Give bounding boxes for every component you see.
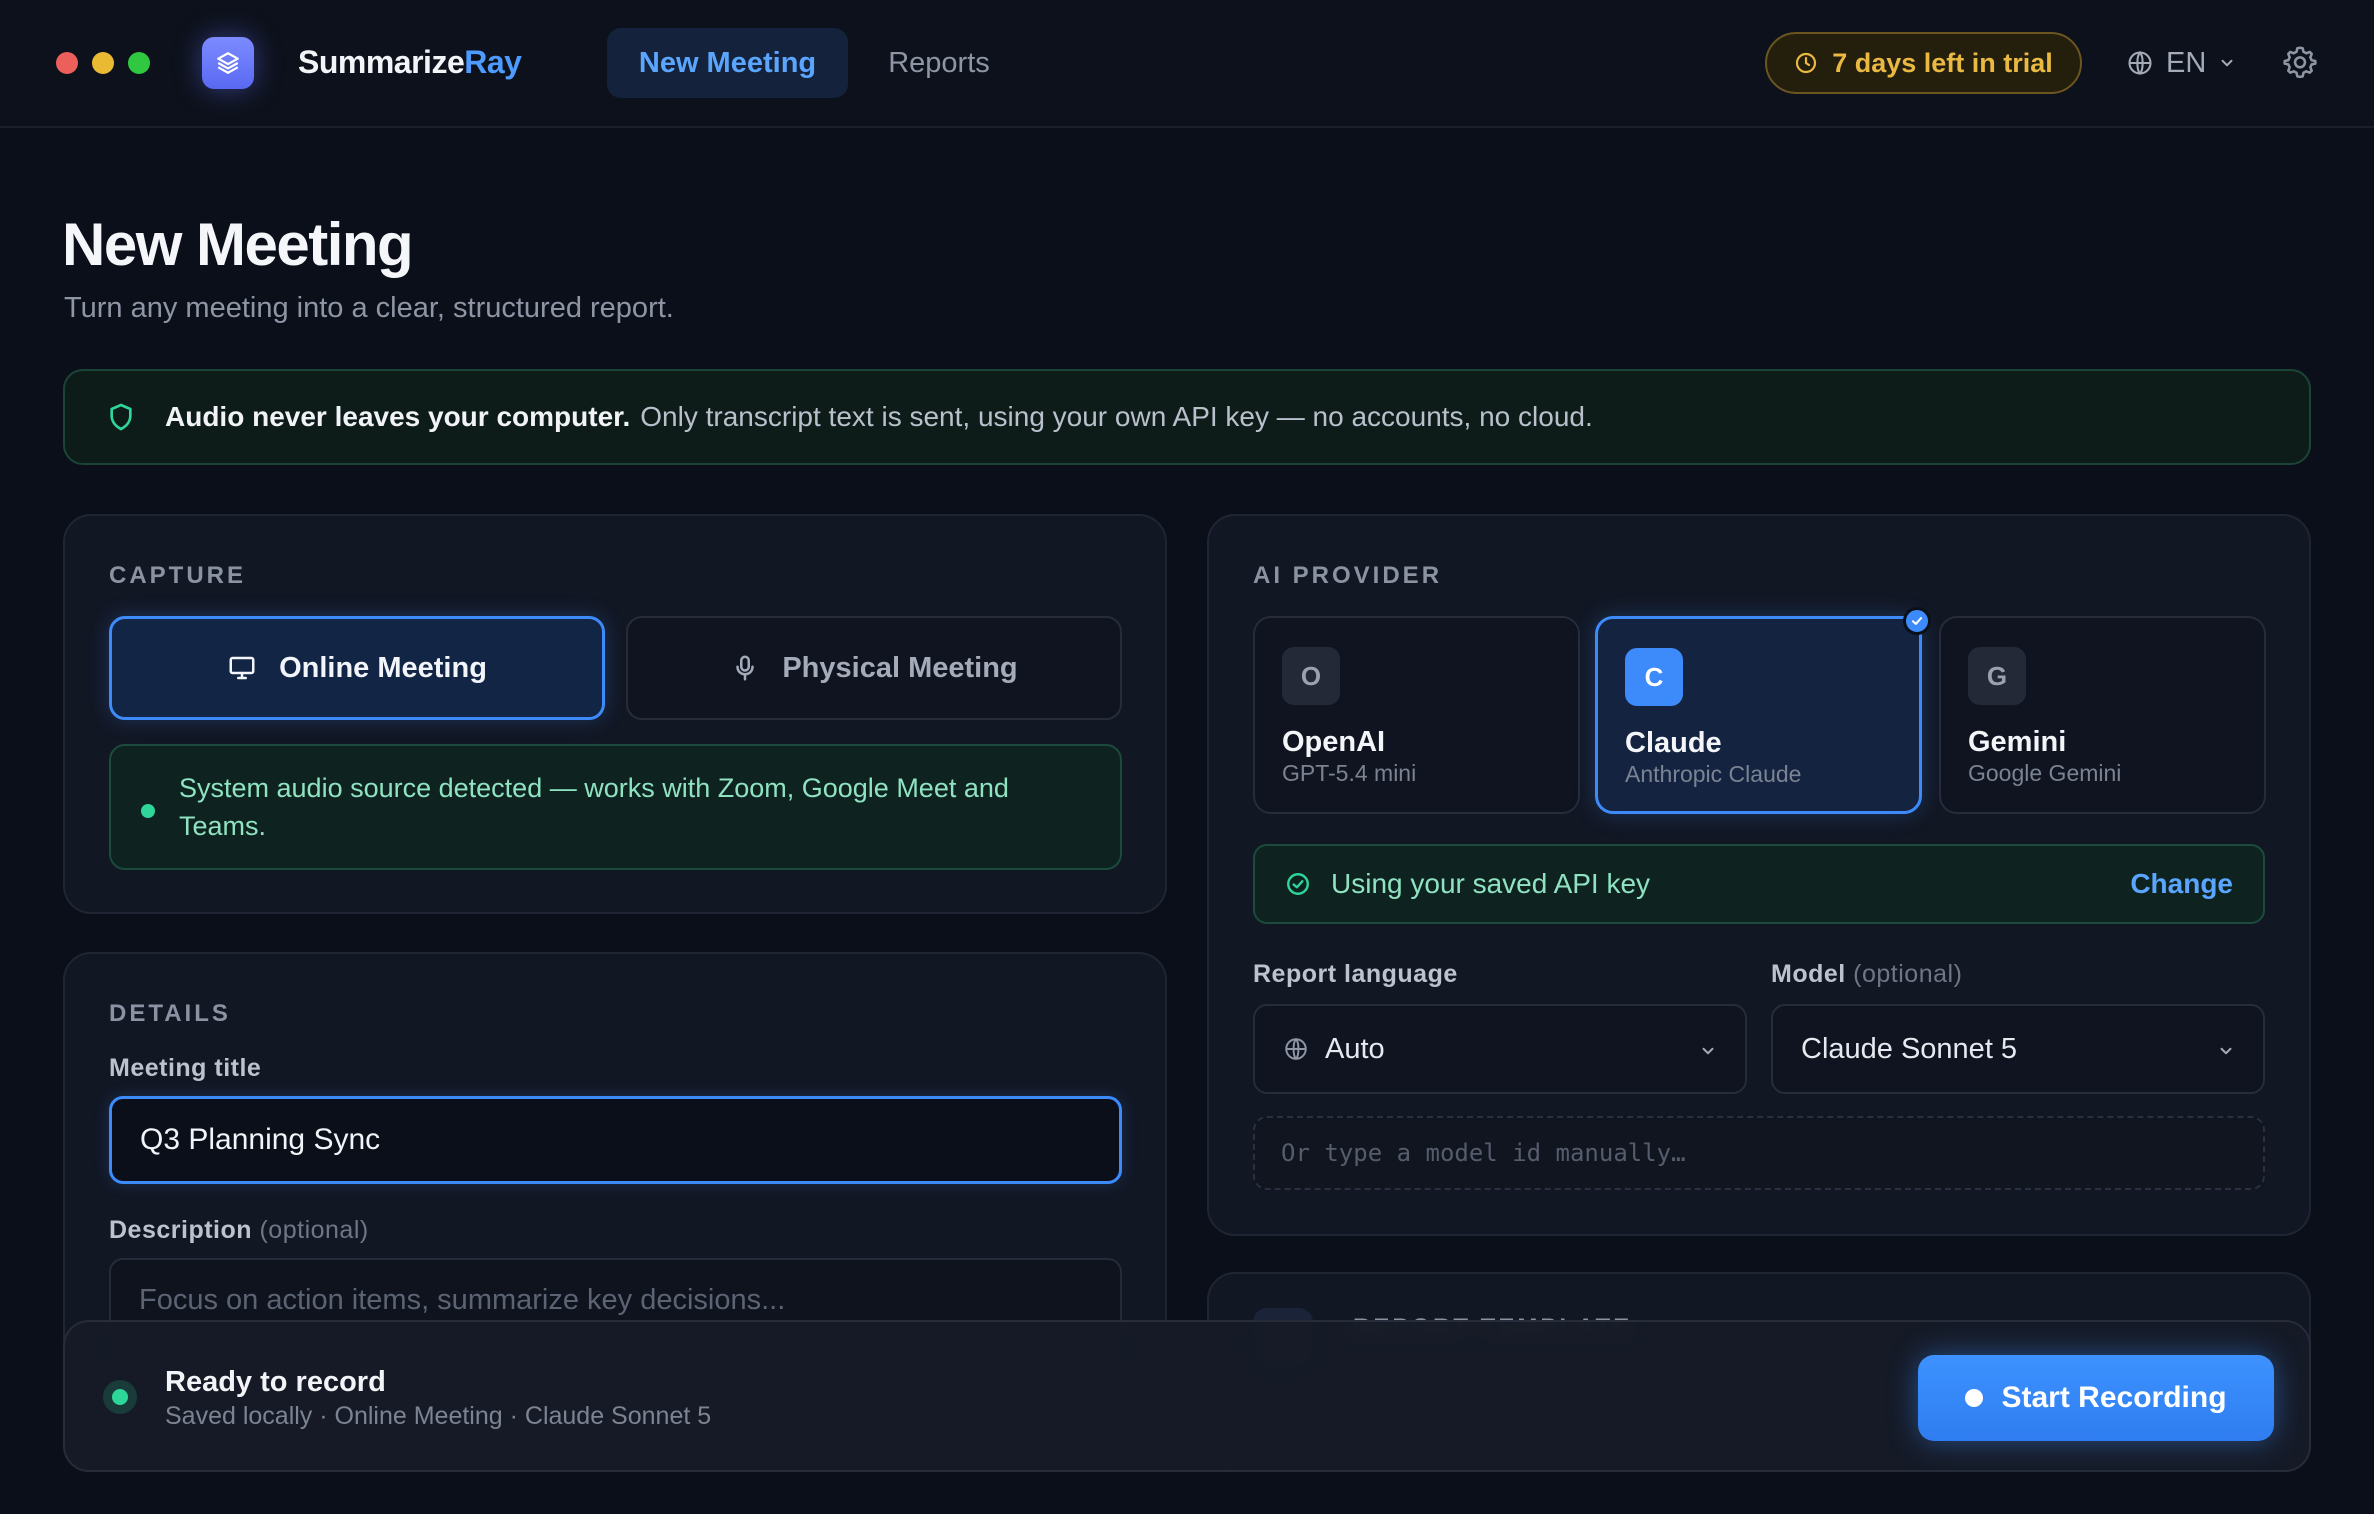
provider-option-gemini[interactable]: G Gemini Google Gemini — [1939, 616, 2266, 814]
claude-name: Claude — [1625, 727, 1722, 759]
meeting-title-label: Meeting title — [109, 1054, 262, 1082]
online-meeting-button[interactable]: Online Meeting — [109, 616, 605, 720]
privacy-banner: Audio never leaves your computer. Only t… — [63, 369, 2311, 465]
capture-card: CAPTURE Online Meeting Physical Meeting … — [63, 514, 1167, 914]
check-circle-icon — [1287, 873, 1309, 895]
globe-icon — [2128, 51, 2152, 75]
globe-icon — [1285, 1037, 1307, 1061]
microphone-icon — [736, 655, 755, 681]
settings-gear-icon[interactable] — [2282, 44, 2318, 80]
tab-new-meeting[interactable]: New Meeting — [607, 28, 848, 98]
provider-option-claude[interactable]: C Claude Anthropic Claude — [1595, 607, 1931, 814]
model-select[interactable]: Claude Sonnet 5 — [1771, 1004, 2265, 1094]
api-key-text: Using your saved API key — [1331, 868, 1651, 899]
start-recording-button[interactable]: Start Recording — [1918, 1355, 2274, 1441]
capture-section-label: CAPTURE — [109, 562, 247, 589]
ai-provider-card: AI PROVIDER O OpenAI GPT-5.4 mini C Clau… — [1207, 514, 2311, 1236]
privacy-text: Only transcript text is sent, using your… — [640, 401, 1593, 432]
ready-status-text: Ready to record — [165, 1366, 386, 1398]
selected-check-icon — [1903, 607, 1931, 635]
change-api-key-link[interactable]: Change — [2130, 868, 2233, 900]
description-label-text: Description — [109, 1216, 253, 1244]
start-recording-label: Start Recording — [2001, 1381, 2227, 1414]
clock-icon — [1796, 52, 1817, 74]
openai-subtitle: GPT-5.4 mini — [1282, 760, 1417, 786]
meeting-title-input[interactable]: Q3 Planning Sync — [109, 1096, 1122, 1184]
physical-meeting-button[interactable]: Physical Meeting — [626, 616, 1122, 720]
top-bar: SummarizeRay New Meeting Reports 7 days … — [0, 0, 2374, 128]
page-title: New Meeting — [62, 211, 414, 278]
brand-accent: Ray — [464, 44, 522, 80]
language-selector[interactable]: EN — [2126, 40, 2236, 86]
gemini-subtitle: Google Gemini — [1968, 760, 2122, 786]
record-dot-icon — [1965, 1389, 1984, 1407]
openai-name: OpenAI — [1282, 726, 1386, 758]
chevron-down-icon — [1702, 1047, 1714, 1055]
window-zoom-button[interactable] — [128, 52, 150, 74]
online-meeting-label: Online Meeting — [279, 651, 487, 684]
details-card: DETAILS Meeting title Q3 Planning Sync D… — [63, 952, 1167, 1372]
privacy-strong-text: Audio never leaves your computer. — [165, 401, 631, 432]
audio-source-note: System audio source detected — works wit… — [109, 744, 1122, 870]
gemini-badge: G — [1968, 647, 2026, 705]
trial-label: 7 days left in trial — [1832, 47, 2053, 78]
audio-source-text: System audio source detected — works wit… — [179, 773, 1009, 841]
tab-reports[interactable]: Reports — [862, 28, 1016, 98]
report-language-value: Auto — [1325, 1032, 1385, 1065]
description-label: Description (optional) — [109, 1216, 369, 1245]
report-language-label: Report language — [1253, 960, 1458, 988]
app-brand: SummarizeRay — [298, 44, 522, 81]
ai-provider-section-label: AI PROVIDER — [1253, 562, 1443, 589]
description-optional-label: (optional) — [259, 1216, 369, 1244]
claude-badge: C — [1625, 648, 1683, 706]
api-key-status: Using your saved API key Change — [1253, 844, 2265, 924]
page-subtitle: Turn any meeting into a clear, structure… — [64, 292, 674, 324]
bottom-status-bar: Ready to record Saved locally · Online M… — [63, 1320, 2311, 1472]
language-label: EN — [2166, 46, 2207, 79]
layers-icon — [217, 52, 239, 74]
app-logo — [202, 37, 254, 89]
claude-subtitle: Anthropic Claude — [1625, 761, 1802, 787]
ready-status-indicator — [103, 1380, 137, 1414]
brand-main: Summarize — [298, 44, 465, 80]
chevron-down-icon — [2221, 59, 2233, 67]
report-language-select[interactable]: Auto — [1253, 1004, 1747, 1094]
monitor-icon — [229, 656, 255, 680]
details-section-label: DETAILS — [109, 1000, 231, 1027]
model-optional-label: (optional) — [1853, 960, 1963, 988]
model-value: Claude Sonnet 5 — [1801, 1032, 2018, 1065]
manual-model-id-input[interactable]: Or type a model id manually… — [1253, 1116, 2265, 1190]
trial-badge[interactable]: 7 days left in trial — [1765, 32, 2082, 94]
ready-status-details: Saved locally · Online Meeting · Claude … — [165, 1402, 712, 1430]
status-dot — [141, 804, 155, 818]
window-minimize-button[interactable] — [92, 52, 114, 74]
shield-icon — [110, 403, 132, 431]
gemini-name: Gemini — [1968, 726, 2067, 758]
provider-option-openai[interactable]: O OpenAI GPT-5.4 mini — [1253, 616, 1580, 814]
chevron-down-icon — [2220, 1047, 2232, 1055]
model-label-text: Model — [1771, 960, 1846, 988]
model-label: Model (optional) — [1771, 960, 1962, 989]
openai-badge: O — [1282, 647, 1340, 705]
physical-meeting-label: Physical Meeting — [782, 651, 1018, 684]
window-close-button[interactable] — [56, 52, 78, 74]
